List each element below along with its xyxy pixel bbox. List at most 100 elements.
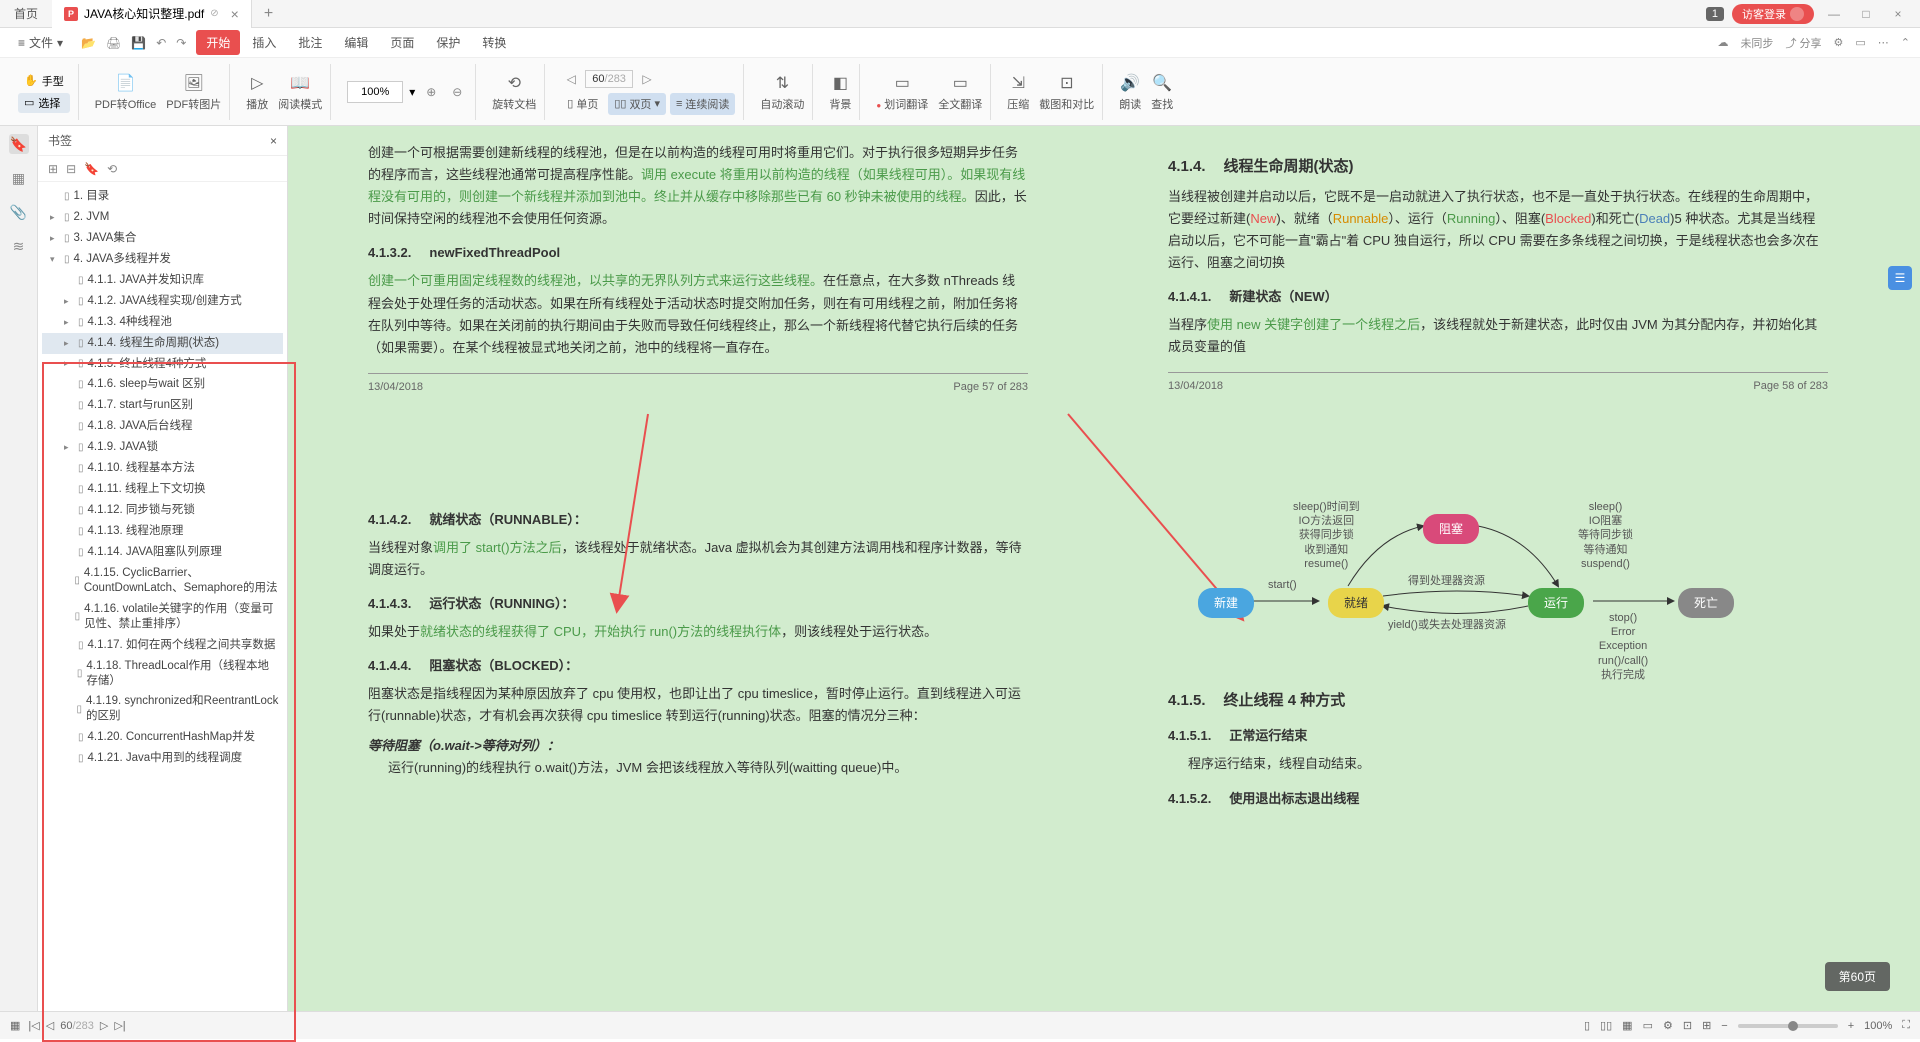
compress-button[interactable]: ⇲压缩 (1007, 72, 1029, 112)
bookmark-item[interactable]: ▯4.1.6. sleep与wait 区别 (42, 374, 283, 395)
background-button[interactable]: ◧背景 (829, 72, 851, 112)
continuous-read-button[interactable]: ≡ 连续阅读 (670, 93, 735, 115)
bookmark-item[interactable]: ▸▯4.1.9. JAVA锁 (42, 437, 283, 458)
bookmark-item[interactable]: ▯4.1.10. 线程基本方法 (42, 458, 283, 479)
thumbnail-panel-icon[interactable]: ▦ (9, 168, 29, 188)
bp-tool-4[interactable]: ⟲ (107, 162, 117, 176)
bp-tool-1[interactable]: ⊞ (48, 162, 58, 176)
tab-pin-icon[interactable]: ⊘ (210, 8, 218, 19)
bookmark-item[interactable]: ▯4.1.7. start与run区别 (42, 395, 283, 416)
bookmark-item[interactable]: ▸▯4.1.4. 线程生命周期(状态) (42, 333, 283, 354)
bookmark-item[interactable]: ▸▯2. JVM (42, 207, 283, 228)
sb-view-4[interactable]: ▭ (1643, 1019, 1653, 1032)
bookmark-item[interactable]: ▯4.1.19. synchronized和ReentrantLock的区别 (42, 691, 283, 727)
sb-thumb-icon[interactable]: ▦ (10, 1019, 20, 1032)
sb-fullscreen-icon[interactable]: ⛶ (1902, 1019, 1910, 1032)
window-icon[interactable]: ▭ (1855, 36, 1865, 49)
notification-badge[interactable]: 1 (1706, 7, 1724, 21)
sb-page-current[interactable]: 60 (60, 1020, 72, 1032)
share-button[interactable]: ⤴ 分享 (1785, 35, 1821, 51)
bookmark-item[interactable]: ▯4.1.11. 线程上下文切换 (42, 479, 283, 500)
bookmark-item[interactable]: ▯4.1.12. 同步锁与死锁 (42, 500, 283, 521)
zoom-input[interactable] (347, 81, 403, 103)
print-icon[interactable]: 🖨 (106, 36, 121, 50)
home-tab[interactable]: 首页 (0, 5, 52, 22)
redo-icon[interactable]: ↷ (176, 36, 186, 50)
open-icon[interactable]: 📂 (81, 36, 96, 50)
rotate-button[interactable]: ⟲旋转文档 (492, 72, 536, 112)
add-tab-button[interactable]: + (252, 5, 285, 23)
cloud-icon[interactable]: ☁ (1717, 36, 1728, 49)
pdf-to-office-button[interactable]: 📄PDF转Office (95, 72, 157, 112)
sb-next-page[interactable]: ▷ (100, 1019, 108, 1032)
auto-scroll-button[interactable]: ⇅自动滚动 (760, 72, 804, 112)
bp-tool-3[interactable]: 🔖 (84, 162, 99, 176)
bookmark-item[interactable]: ▯4.1.16. volatile关键字的作用（变量可见性、禁止重排序） (42, 599, 283, 635)
sb-fit-1[interactable]: ⊡ (1683, 1019, 1692, 1032)
page-current[interactable]: 60 (592, 73, 604, 85)
goto-page-float[interactable]: 第60页 (1825, 962, 1890, 991)
sb-zoom-value[interactable]: 100% (1864, 1020, 1892, 1032)
sb-view-1[interactable]: ▯ (1584, 1019, 1590, 1032)
zoom-slider[interactable] (1738, 1024, 1838, 1028)
sb-fit-2[interactable]: ⊞ (1702, 1019, 1711, 1032)
sync-status[interactable]: 未同步 (1740, 35, 1773, 51)
pager-float-icon[interactable]: ☰ (1888, 266, 1912, 290)
bookmark-item[interactable]: ▯4.1.8. JAVA后台线程 (42, 416, 283, 437)
double-page-button[interactable]: ▯▯ 双页 ▾ (608, 93, 666, 115)
sb-view-3[interactable]: ▦ (1622, 1019, 1632, 1032)
zoom-out-icon[interactable]: ⊖ (447, 82, 467, 102)
bookmark-item[interactable]: ▯4.1.13. 线程池原理 (42, 521, 283, 542)
read-mode-button[interactable]: 📖阅读模式 (278, 72, 322, 112)
hand-tool[interactable]: ✋ 手型 (18, 71, 70, 91)
sb-zoom-out[interactable]: − (1721, 1020, 1727, 1032)
guest-login-button[interactable]: 访客登录 (1732, 4, 1814, 24)
word-translate-button[interactable]: ▭● 划词翻译 (876, 72, 928, 112)
read-aloud-button[interactable]: 🔊朗读 (1119, 72, 1141, 112)
full-translate-button[interactable]: ▭全文翻译 (938, 72, 982, 112)
zoom-in-icon[interactable]: ⊕ (421, 82, 441, 102)
bp-tool-2[interactable]: ⊟ (66, 162, 76, 176)
bookmark-item[interactable]: ▸▯4.1.5. 终止线程4种方式 (42, 354, 283, 375)
bookmark-close-icon[interactable]: × (270, 134, 277, 148)
save-icon[interactable]: 💾 (131, 36, 146, 50)
bookmark-panel-icon[interactable]: 🔖 (9, 134, 29, 154)
document-viewport[interactable]: ☰ 创建一个可根据需要创建新线程的线程池，但是在以前构造的线程可用时将重用它们。… (288, 126, 1920, 1011)
bookmark-item[interactable]: ▯4.1.1. JAVA并发知识库 (42, 270, 283, 291)
close-icon[interactable]: × (231, 6, 239, 22)
menu-page[interactable]: 页面 (380, 30, 424, 55)
bookmark-item[interactable]: ▸▯3. JAVA集合 (42, 228, 283, 249)
attachment-panel-icon[interactable]: 📎 (9, 202, 29, 222)
find-button[interactable]: 🔍查找 (1151, 72, 1173, 112)
menu-insert[interactable]: 插入 (242, 30, 286, 55)
maximize-button[interactable]: □ (1854, 7, 1878, 21)
collapse-icon[interactable]: ⌃ (1901, 36, 1910, 49)
close-button[interactable]: × (1886, 7, 1910, 21)
sb-view-2[interactable]: ▯▯ (1600, 1019, 1612, 1032)
pdf-to-image-button[interactable]: 🖼PDF转图片 (166, 72, 221, 112)
bookmark-item[interactable]: ▯1. 目录 (42, 186, 283, 207)
sb-zoom-in[interactable]: + (1848, 1020, 1854, 1032)
play-button[interactable]: ▷播放 (246, 72, 268, 112)
bookmark-item[interactable]: ▸▯4.1.3. 4种线程池 (42, 312, 283, 333)
bookmark-item[interactable]: ▯4.1.21. Java中用到的线程调度 (42, 748, 283, 769)
undo-icon[interactable]: ↶ (156, 36, 166, 50)
more-icon[interactable]: ⋯ (1878, 36, 1889, 49)
menu-start[interactable]: 开始 (196, 30, 240, 55)
menu-annotate[interactable]: 批注 (288, 30, 332, 55)
sb-prev-page[interactable]: ◁ (46, 1019, 54, 1032)
sb-settings-icon[interactable]: ⚙ (1663, 1019, 1673, 1032)
bookmark-item[interactable]: ▯4.1.17. 如何在两个线程之间共享数据 (42, 635, 283, 656)
bookmark-item[interactable]: ▯4.1.14. JAVA阻塞队列原理 (42, 542, 283, 563)
bookmark-item[interactable]: ▯4.1.15. CyclicBarrier、CountDownLatch、Se… (42, 563, 283, 599)
bookmark-item[interactable]: ▯4.1.20. ConcurrentHashMap并发 (42, 727, 283, 748)
prev-page-button[interactable]: ◁ (561, 69, 581, 89)
menu-edit[interactable]: 编辑 (334, 30, 378, 55)
select-tool[interactable]: ▭ 选择 (18, 93, 70, 113)
file-tab[interactable]: P JAVA核心知识整理.pdf ⊘ × (52, 0, 252, 28)
screenshot-button[interactable]: ⊡截图和对比 (1039, 72, 1094, 112)
zoom-dropdown-icon[interactable]: ▾ (409, 85, 415, 99)
bookmark-item[interactable]: ▯4.1.18. ThreadLocal作用（线程本地存储） (42, 656, 283, 692)
sb-last-page[interactable]: ▷| (114, 1019, 125, 1032)
bookmark-item[interactable]: ▾▯4. JAVA多线程并发 (42, 249, 283, 270)
